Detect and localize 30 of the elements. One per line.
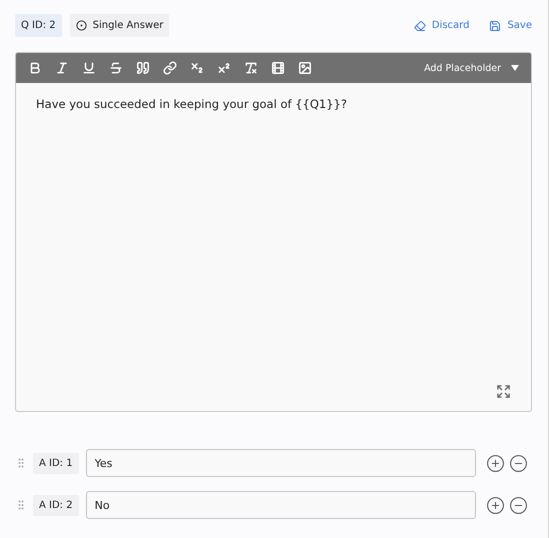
superscript-icon[interactable] [217, 61, 231, 75]
image-icon[interactable] [298, 61, 312, 75]
placeholder-dropdown[interactable]: Add Placeholder [424, 62, 519, 74]
save-button[interactable]: Save [489, 20, 532, 32]
eraser-icon [414, 20, 426, 32]
remove-icon[interactable] [508, 454, 528, 472]
question-text: Have you succeeded in keeping your goal of {{Q1}}? [36, 97, 348, 111]
answer-field[interactable]: Yes [86, 449, 476, 477]
expand-icon[interactable] [496, 384, 511, 399]
answer-field[interactable]: No [86, 491, 476, 519]
discard-button[interactable]: Discard [414, 20, 470, 32]
quote-icon[interactable] [136, 61, 150, 75]
strikethrough-icon[interactable] [109, 61, 123, 75]
question-type-label: Single Answer [92, 20, 164, 31]
caret-icon [511, 65, 519, 71]
subscript-icon[interactable] [190, 61, 204, 75]
bold-icon[interactable] [28, 61, 42, 75]
answer-id: A ID: 1 [33, 452, 79, 474]
add-icon[interactable] [486, 496, 505, 514]
radio-icon [76, 20, 87, 31]
add-icon[interactable] [486, 454, 505, 472]
film-icon[interactable] [271, 61, 285, 75]
question-id: Q ID: 2 [15, 14, 62, 37]
save-icon [489, 20, 502, 32]
link-icon[interactable] [163, 61, 177, 75]
remove-icon[interactable] [508, 496, 528, 514]
underline-icon[interactable] [82, 61, 96, 75]
italic-icon[interactable] [55, 61, 69, 75]
clear-format-icon[interactable] [244, 61, 258, 75]
answer-id: A ID: 2 [33, 494, 79, 516]
